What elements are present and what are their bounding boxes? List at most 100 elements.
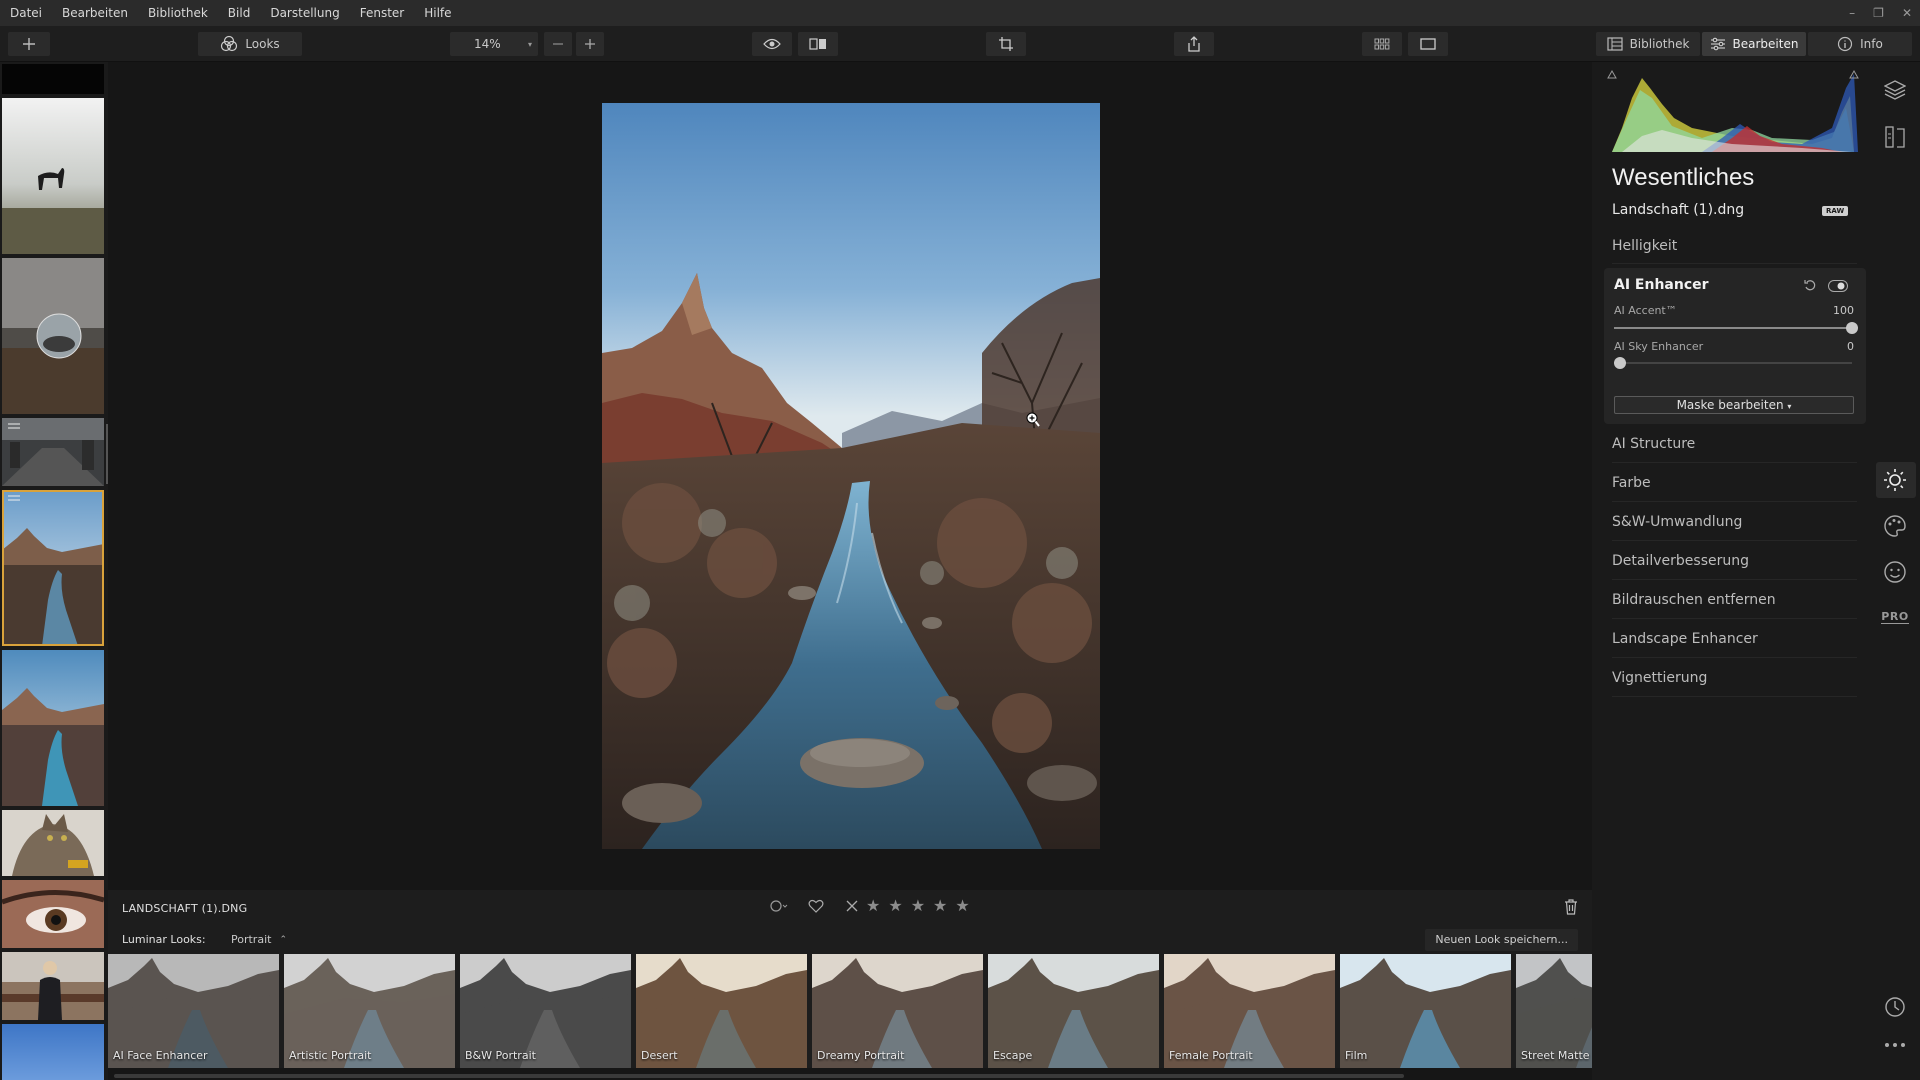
image-viewer[interactable] <box>108 62 1592 890</box>
ai-accent-knob[interactable] <box>1846 322 1858 334</box>
section-item[interactable]: Vignettierung <box>1612 670 1857 686</box>
portrait-button[interactable] <box>1870 560 1920 584</box>
canvas-button[interactable] <box>1870 126 1920 148</box>
edited-mark-icon <box>8 495 20 501</box>
more-button[interactable] <box>1870 1042 1920 1048</box>
menu-hilfe[interactable]: Hilfe <box>414 0 461 26</box>
single-view-button[interactable] <box>1408 32 1448 56</box>
star-icon[interactable]: ★ <box>911 898 925 914</box>
look-thumb[interactable]: B&W Portrait <box>460 954 631 1068</box>
section-divider <box>1612 540 1857 541</box>
reset-icon[interactable] <box>1804 279 1816 291</box>
filmstrip-thumb[interactable] <box>2 650 104 806</box>
creative-button[interactable] <box>1870 514 1920 538</box>
close-icon[interactable]: ✕ <box>1902 6 1912 20</box>
filmstrip-thumb[interactable] <box>2 952 104 1020</box>
filmstrip-thumb[interactable] <box>2 418 104 486</box>
heart-icon[interactable] <box>808 899 824 913</box>
visibility-toggle-icon[interactable] <box>1828 280 1848 292</box>
add-button[interactable] <box>8 32 50 56</box>
filmstrip-thumb-selected[interactable] <box>2 490 104 646</box>
ai-sky-knob[interactable] <box>1614 357 1626 369</box>
filmstrip-thumb[interactable] <box>2 258 104 414</box>
filmstrip-thumb[interactable] <box>2 810 104 876</box>
menu-datei[interactable]: Datei <box>0 0 52 26</box>
library-tab[interactable]: Bibliothek <box>1596 32 1700 56</box>
info-tab[interactable]: Info <box>1808 32 1912 56</box>
essentials-button[interactable] <box>1870 468 1920 492</box>
section-divider <box>1612 462 1857 463</box>
look-thumb[interactable]: Desert <box>636 954 807 1068</box>
section-item[interactable]: Bildrauschen entfernen <box>1612 592 1857 608</box>
section-item[interactable]: S&W-Umwandlung <box>1612 514 1857 530</box>
add-icon <box>23 38 35 50</box>
color-label-icon[interactable] <box>770 899 788 913</box>
star-icon[interactable]: ★ <box>933 898 947 914</box>
section-item[interactable]: Farbe <box>1612 475 1857 491</box>
filmstrip-thumb[interactable] <box>2 64 104 94</box>
looks-scrollbar[interactable] <box>114 1074 1404 1078</box>
layers-button[interactable] <box>1870 80 1920 100</box>
look-label: Female Portrait <box>1169 1049 1253 1062</box>
star-icon[interactable]: ★ <box>955 898 969 914</box>
compare-button[interactable] <box>798 32 838 56</box>
section-item[interactable]: AI Structure <box>1612 436 1857 452</box>
section-divider <box>1612 618 1857 619</box>
star-icon[interactable]: ★ <box>888 898 902 914</box>
zoom-select[interactable]: 14% ▾ <box>450 32 538 56</box>
minimize-icon[interactable]: – <box>1849 6 1855 20</box>
menu-bild[interactable]: Bild <box>218 0 261 26</box>
star-icon[interactable]: ★ <box>866 898 880 914</box>
look-thumb[interactable]: Street Matte <box>1516 954 1592 1068</box>
look-label: Dreamy Portrait <box>817 1049 905 1062</box>
filmstrip-thumb[interactable] <box>2 98 104 254</box>
looks-button[interactable]: Looks <box>198 32 302 56</box>
ai-enhancer-title[interactable]: AI Enhancer <box>1614 277 1709 293</box>
look-label: Film <box>1345 1049 1368 1062</box>
main-photo[interactable] <box>602 103 1100 849</box>
look-thumb[interactable]: Dreamy Portrait <box>812 954 983 1068</box>
section-item[interactable]: Detailverbesserung <box>1612 553 1857 569</box>
crop-icon <box>999 37 1013 51</box>
menu-fenster[interactable]: Fenster <box>350 0 415 26</box>
cat-thumb-image <box>2 810 104 876</box>
filmstrip-thumb[interactable] <box>2 1024 104 1080</box>
preview-button[interactable] <box>752 32 792 56</box>
ai-accent-slider[interactable] <box>1614 322 1858 334</box>
look-thumb[interactable]: Film <box>1340 954 1511 1068</box>
more-icon <box>1885 1043 1905 1047</box>
section-helligkeit[interactable]: Helligkeit <box>1612 238 1857 254</box>
section-item[interactable]: Landscape Enhancer <box>1612 631 1857 647</box>
edit-mask-button[interactable]: Maske bearbeiten ▾ <box>1614 396 1854 414</box>
reject-icon[interactable] <box>846 900 858 912</box>
pro-button[interactable]: PRO <box>1870 610 1920 624</box>
palette-icon <box>1884 515 1906 537</box>
look-thumb[interactable]: Artistic Portrait <box>284 954 455 1068</box>
menu-bibliothek[interactable]: Bibliothek <box>138 0 218 26</box>
looks-category-select[interactable]: Portrait ⌃ <box>231 933 287 946</box>
look-thumb[interactable]: AI Face Enhancer <box>108 954 279 1068</box>
edit-tab[interactable]: Bearbeiten <box>1702 32 1806 56</box>
crop-button[interactable] <box>986 32 1026 56</box>
look-thumb[interactable]: Escape <box>988 954 1159 1068</box>
trash-icon[interactable] <box>1564 899 1578 915</box>
menu-bearbeiten[interactable]: Bearbeiten <box>52 0 138 26</box>
menu-bar: Datei Bearbeiten Bibliothek Bild Darstel… <box>0 0 1920 26</box>
looks-category-value: Portrait <box>231 933 272 946</box>
single-view-icon <box>1420 38 1436 50</box>
menu-darstellung[interactable]: Darstellung <box>260 0 349 26</box>
ai-sky-value: 0 <box>1847 340 1854 353</box>
canvas-icon <box>1885 126 1905 148</box>
grid-icon <box>1374 38 1390 50</box>
save-look-button[interactable]: Neuen Look speichern... <box>1425 929 1578 951</box>
zoom-in-button[interactable] <box>576 32 604 56</box>
share-button[interactable] <box>1174 32 1214 56</box>
section-divider <box>1612 579 1857 580</box>
history-button[interactable] <box>1870 996 1920 1018</box>
zoom-out-button[interactable] <box>544 32 572 56</box>
maximize-icon[interactable]: ❐ <box>1873 6 1884 20</box>
ai-sky-slider[interactable] <box>1614 357 1852 369</box>
filmstrip-thumb[interactable] <box>2 880 104 948</box>
look-thumb[interactable]: Female Portrait <box>1164 954 1335 1068</box>
grid-view-button[interactable] <box>1362 32 1402 56</box>
